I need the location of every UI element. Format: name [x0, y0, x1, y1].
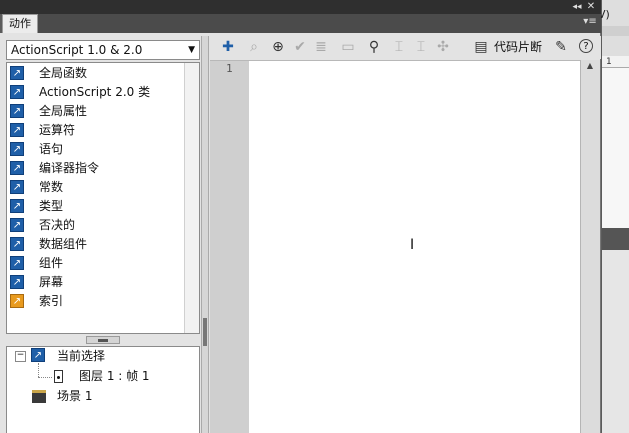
book-icon: ↗: [10, 179, 24, 194]
toolbox-item[interactable]: ↗ 组件: [10, 253, 182, 272]
tree-connector: [38, 377, 52, 378]
toolbox-item[interactable]: ↗ 数据组件: [10, 234, 182, 253]
toolbox-item[interactable]: ↗ 语句: [10, 139, 182, 158]
toolbox-item[interactable]: ↗ 否决的: [10, 215, 182, 234]
toolbox-item-label: 编译器指令: [39, 161, 100, 175]
book-icon: ↗: [10, 198, 24, 213]
actions-toolbox: ↗ 全局函数 ↗ ActionScript 2.0 类 ↗ 全局属性 ↗ 运算符…: [6, 62, 200, 334]
frame-icon: [54, 370, 63, 383]
version-select-value: ActionScript 1.0 & 2.0: [11, 43, 143, 57]
toolbox-item-label: 组件: [39, 256, 64, 270]
collapse-between-braces-icon[interactable]: ⌶: [392, 38, 406, 56]
book-icon: ↗: [10, 274, 24, 289]
toolbox-item[interactable]: ↗ 常数: [10, 177, 182, 196]
toolbox-item-label: 索引: [39, 294, 64, 308]
tree-connector: [38, 363, 39, 377]
split-grip-icon: [98, 339, 108, 342]
toolbox-item[interactable]: ↗ 全局函数: [10, 63, 182, 82]
actionscript-version-select[interactable]: ActionScript 1.0 & 2.0 ▼: [6, 40, 200, 60]
book-icon: ↗: [10, 255, 24, 270]
panel-title-bar[interactable]: [0, 0, 601, 14]
toolbox-item-label: ActionScript 2.0 类: [39, 85, 151, 99]
tree-collapse-icon[interactable]: −: [15, 351, 26, 362]
book-icon: ↗: [10, 84, 24, 99]
book-icon: ↗: [10, 122, 24, 137]
scroll-up-icon[interactable]: ▲: [583, 61, 597, 71]
tree-item-frame[interactable]: 图层 1 : 帧 1: [79, 368, 150, 384]
tree-item-scene[interactable]: 场景 1: [57, 388, 92, 404]
script-assist-wand-icon[interactable]: ✎: [552, 38, 570, 56]
insert-target-path-icon[interactable]: ⊕: [270, 38, 286, 56]
find-icon[interactable]: ⌕: [246, 38, 262, 56]
collapse-selection-icon[interactable]: ⌶: [414, 38, 428, 56]
code-snippets-icon[interactable]: ▤: [473, 38, 489, 56]
panel-divider[interactable]: [201, 36, 209, 433]
index-book-icon: ↗: [10, 293, 24, 308]
background-ruler-number: 1: [606, 57, 612, 67]
book-icon: ↗: [10, 236, 24, 251]
tab-actions[interactable]: 动作: [2, 14, 38, 33]
scene-icon: [32, 390, 46, 403]
toolbox-item[interactable]: ↗ 屏幕: [10, 272, 182, 291]
book-icon: ↗: [10, 65, 24, 80]
background-timeline-area: [602, 68, 629, 228]
script-editor[interactable]: [249, 60, 580, 433]
toolbox-item[interactable]: ↗ 类型: [10, 196, 182, 215]
toolbox-item-label: 全局属性: [39, 104, 88, 118]
toolbox-item-label: 常数: [39, 180, 64, 194]
check-syntax-icon[interactable]: ✔: [292, 38, 308, 56]
toolbox-scrollbar[interactable]: [184, 63, 199, 333]
toolbox-item-label: 否决的: [39, 218, 76, 232]
book-icon: ↗: [10, 160, 24, 175]
line-number-gutter: [210, 60, 249, 433]
toolbox-item[interactable]: ↗ 全局属性: [10, 101, 182, 120]
close-panel-button[interactable]: ✕: [585, 0, 597, 14]
background-app-strip: [602, 26, 629, 36]
help-icon[interactable]: ?: [579, 39, 593, 53]
toolbox-item[interactable]: ↗ 运算符: [10, 120, 182, 139]
background-stage-area: [602, 250, 629, 433]
toolbox-item-label: 类型: [39, 199, 64, 213]
panel-menu-button[interactable]: ▾≡: [582, 15, 598, 29]
book-icon: ↗: [10, 103, 24, 118]
script-navigator: − ↗ 当前选择 图层 1 : 帧 1 场景 1: [6, 346, 200, 433]
line-number: 1: [226, 62, 233, 75]
auto-format-icon[interactable]: ≣: [313, 38, 329, 56]
debug-options-icon[interactable]: ⚲: [364, 38, 384, 56]
toolbox-item-label: 语句: [39, 142, 64, 156]
book-icon: ↗: [10, 217, 24, 232]
toolbox-item[interactable]: ↗ 编译器指令: [10, 158, 182, 177]
toolbox-item[interactable]: ↗ ActionScript 2.0 类: [10, 82, 182, 101]
tree-item-current-selection[interactable]: 当前选择: [57, 348, 105, 364]
chevron-down-icon: ▼: [188, 45, 195, 55]
divider-grip-icon: [203, 318, 207, 346]
toolbox-item[interactable]: ↗ 索引: [10, 291, 182, 310]
toolbox-item-label: 全局函数: [39, 66, 88, 80]
collapse-panel-button[interactable]: ◂◂: [571, 0, 583, 14]
show-code-hint-icon[interactable]: ▭: [340, 38, 356, 56]
code-snippets-button[interactable]: 代码片断: [494, 38, 542, 56]
expand-all-icon[interactable]: ✣: [436, 38, 450, 56]
add-item-icon[interactable]: ✚: [220, 38, 236, 56]
toolbox-item-label: 屏幕: [39, 275, 64, 289]
toolbox-item-label: 运算符: [39, 123, 76, 137]
editor-scrollbar[interactable]: [580, 60, 600, 433]
text-cursor-icon: I: [410, 237, 415, 253]
panel-tab-strip: [38, 14, 601, 33]
current-selection-icon: ↗: [31, 348, 45, 362]
background-panel-header: [602, 228, 629, 250]
toolbox-item-label: 数据组件: [39, 237, 88, 251]
background-app-menu-fragment: V): [598, 8, 610, 21]
book-icon: ↗: [10, 141, 24, 156]
